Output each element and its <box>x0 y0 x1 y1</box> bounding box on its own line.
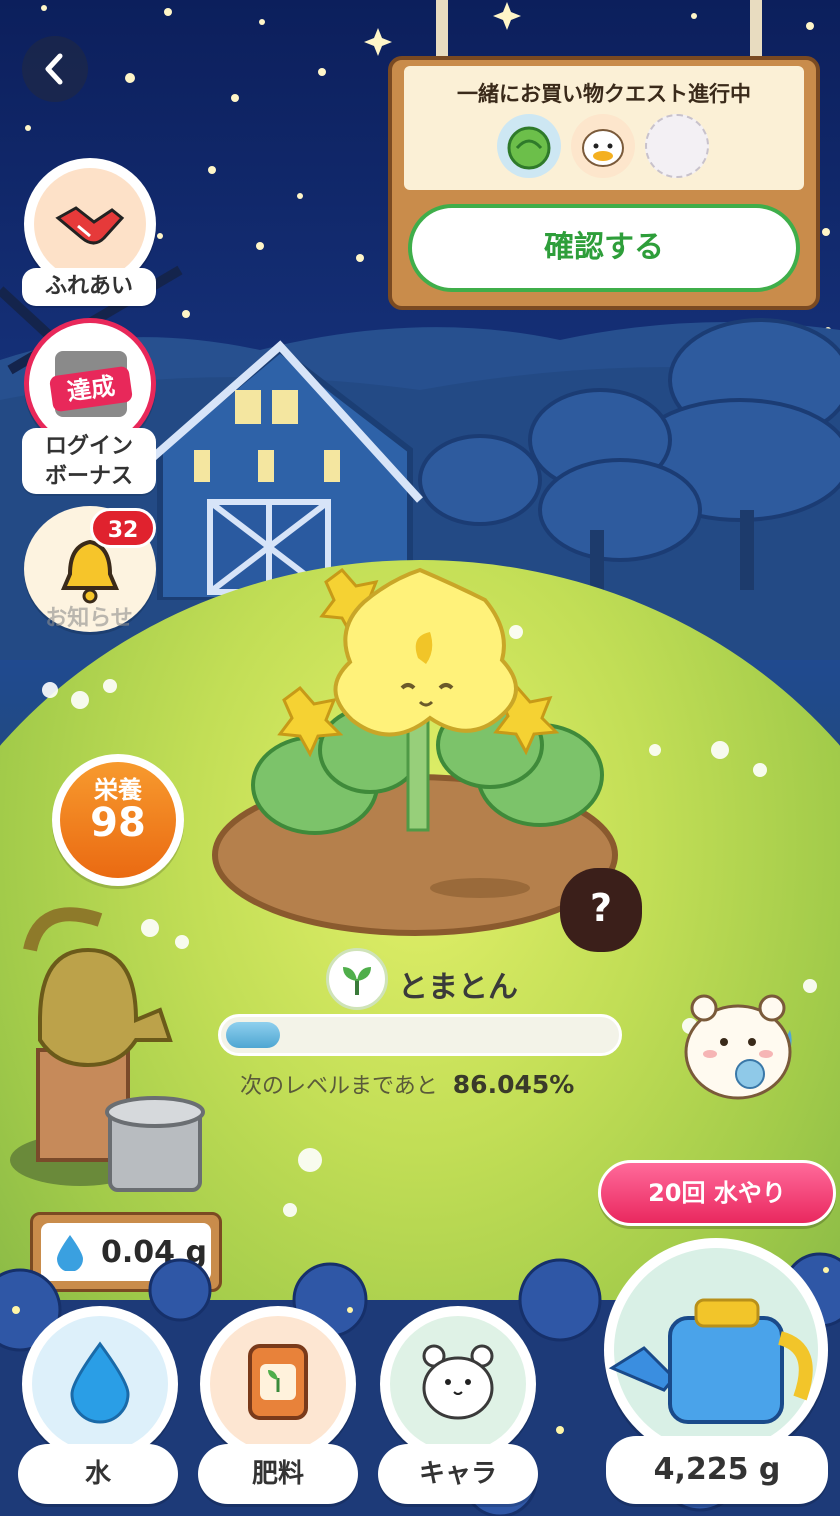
duck-icon <box>582 129 624 167</box>
login-label-line2: ボーナス <box>44 464 133 489</box>
fertilizer-tab-button[interactable] <box>200 1306 356 1462</box>
hamster-character[interactable] <box>680 990 810 1105</box>
water-tab-button[interactable] <box>22 1306 178 1462</box>
nutrition-value: 98 <box>90 800 146 846</box>
notice-count-badge: 32 <box>90 508 156 548</box>
plant-character <box>251 567 604 835</box>
quest-title: 一緒にお買い物クエスト進行中 <box>457 82 751 106</box>
water-drop-icon <box>70 1341 130 1424</box>
quest-slot-empty[interactable] <box>645 114 709 178</box>
watering-can-icon <box>608 1298 813 1424</box>
quest-slot-duck[interactable] <box>571 114 635 178</box>
plant-name: とまとん <box>398 970 518 1005</box>
confirm-button-label: 確認する <box>544 230 664 265</box>
notice-label: お知らせ <box>45 606 133 631</box>
progress-value: 86.045% <box>452 1070 575 1099</box>
level-progress-bar <box>218 1014 622 1056</box>
quest-slot-cabbage[interactable] <box>497 114 561 178</box>
progress-text: 次のレベルまであと <box>240 1074 438 1099</box>
character-tab-label: キャラ <box>378 1444 538 1504</box>
water-tab-label: 水 <box>18 1444 178 1504</box>
watering-can-button[interactable] <box>604 1238 828 1462</box>
fureai-label: ふれあい <box>22 268 156 306</box>
progress-caption: 次のレベルまであと 86.045% <box>240 1068 574 1100</box>
handshake-icon <box>55 206 125 245</box>
cabbage-icon <box>507 126 551 170</box>
quest-board: 一緒にお買い物クエスト進行中 確認する <box>388 0 820 310</box>
login-bonus-label: ログイン ボーナス <box>22 428 156 494</box>
total-water-value: 4,225 g <box>606 1436 828 1504</box>
game-scene: ? 一緒にお買い物クエスト進行中 確認する ふれあい 達成 ログイン ボーナス … <box>0 0 840 1516</box>
chevron-left-icon <box>45 53 63 85</box>
plant-name-icon-wrap <box>326 948 388 1010</box>
mystery-mark: ? <box>589 886 613 930</box>
fertilizer-bag-icon <box>248 1344 308 1420</box>
water-20-label: 20回 水やり <box>648 1179 786 1207</box>
sprout-icon <box>343 967 371 995</box>
login-label-line1: ログイン <box>44 434 133 459</box>
water-20-button[interactable]: 20回 水やり <box>598 1160 836 1226</box>
character-tab-button[interactable] <box>380 1306 536 1462</box>
fertilizer-tab-label: 肥料 <box>198 1444 358 1504</box>
back-button[interactable] <box>22 36 88 102</box>
rope-left <box>436 0 448 60</box>
nutrition-indicator[interactable]: 栄養 98 <box>52 754 184 886</box>
rope-right <box>750 0 762 60</box>
confirm-button[interactable]: 確認する <box>408 204 800 292</box>
water-pump[interactable] <box>0 890 230 1210</box>
level-progress-fill <box>226 1022 280 1048</box>
mystery-character[interactable]: ? <box>560 868 642 952</box>
hamster-icon <box>422 1344 494 1420</box>
